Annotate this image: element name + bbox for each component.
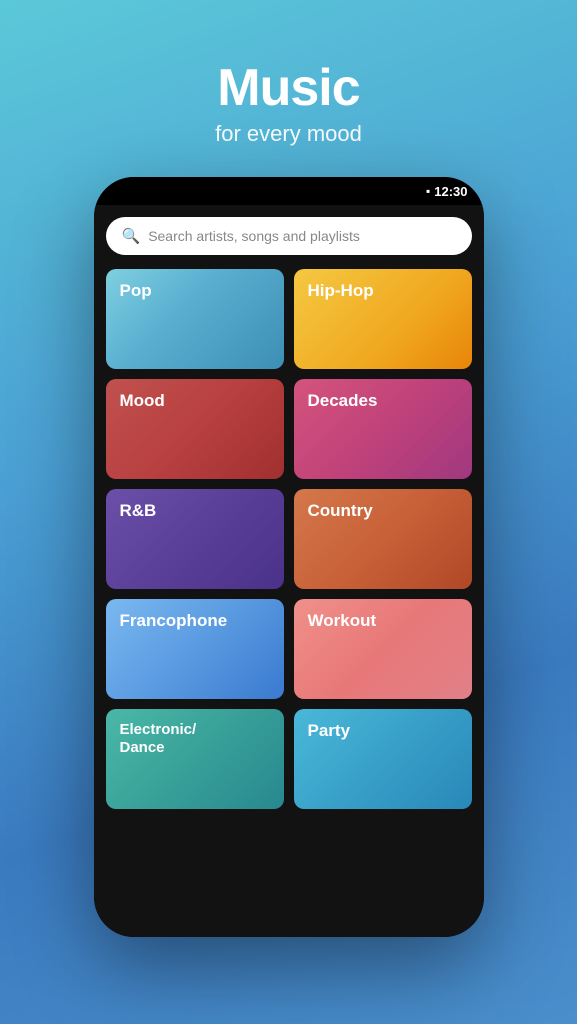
tile-label-decades: Decades [308,391,378,411]
tile-label-electronic: Electronic/ Dance [120,721,197,757]
battery-icon: ▪ [426,184,430,198]
page-title: Music [215,60,362,117]
tile-decades[interactable]: Decades [294,379,472,479]
tile-label-country: Country [308,501,373,521]
tile-country[interactable]: Country [294,489,472,589]
tile-francophone[interactable]: Francophone [106,599,284,699]
header-section: Music for every mood [215,0,362,177]
tile-label-mood: Mood [120,391,165,411]
page-subtitle: for every mood [215,121,362,147]
status-time: 12:30 [434,184,467,199]
status-bar: ▪ 12:30 [94,177,484,205]
tile-label-francophone: Francophone [120,611,228,631]
search-bar[interactable]: 🔍 Search artists, songs and playlists [106,217,472,255]
genre-grid: Pop Hip-Hop Mood Decades R&B Country Francopho… [106,269,472,809]
tile-party[interactable]: Party [294,709,472,809]
phone-mockup: ▪ 12:30 🔍 Search artists, songs and play… [94,177,484,937]
tile-label-hiphop: Hip-Hop [308,281,374,301]
tile-label-party: Party [308,721,351,741]
search-icon: 🔍 [122,227,141,245]
tile-electronic[interactable]: Electronic/ Dance [106,709,284,809]
tile-workout[interactable]: Workout [294,599,472,699]
tile-rnb[interactable]: R&B [106,489,284,589]
tile-mood[interactable]: Mood [106,379,284,479]
tile-pop[interactable]: Pop [106,269,284,369]
tile-label-rnb: R&B [120,501,157,521]
tile-label-pop: Pop [120,281,152,301]
search-placeholder: Search artists, songs and playlists [148,228,360,244]
phone-content: 🔍 Search artists, songs and playlists Po… [94,205,484,937]
tile-label-workout: Workout [308,611,377,631]
tile-hiphop[interactable]: Hip-Hop [294,269,472,369]
